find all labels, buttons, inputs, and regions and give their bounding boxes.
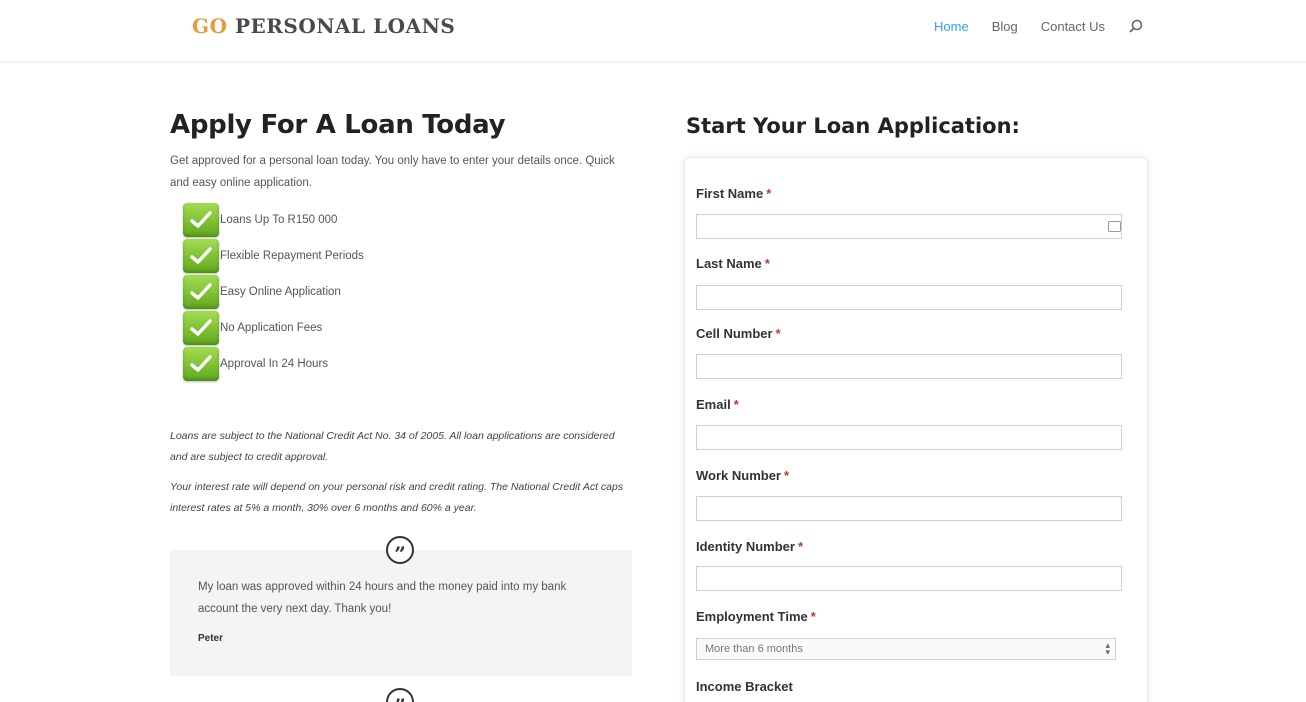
form-title: Start Your Loan Application: xyxy=(686,114,1020,138)
site-header: GO PERSONAL LOANS Home Blog Contact Us xyxy=(0,0,1306,62)
identity-number-label: Identity Number * xyxy=(696,539,803,554)
testimonial-author: Peter xyxy=(198,633,224,644)
nav-home[interactable]: Home xyxy=(934,19,969,34)
benefit-item: No Application Fees xyxy=(183,310,632,346)
work-number-label: Work Number * xyxy=(696,468,789,483)
check-icon xyxy=(183,275,219,309)
benefit-label: Loans Up To R150 000 xyxy=(220,214,338,226)
required-mark: * xyxy=(810,609,816,624)
benefit-label: Easy Online Application xyxy=(220,286,341,298)
benefit-item: Flexible Repayment Periods xyxy=(183,238,632,274)
check-icon xyxy=(183,203,219,237)
work-number-label-text: Work Number xyxy=(696,468,781,483)
required-mark: * xyxy=(764,256,770,271)
benefit-label: No Application Fees xyxy=(220,322,323,334)
identity-number-label-text: Identity Number xyxy=(696,539,795,554)
required-mark: * xyxy=(775,326,781,341)
employment-time-value: More than 6 months xyxy=(705,643,803,655)
email-label-text: Email xyxy=(696,397,731,412)
identity-number-field[interactable] xyxy=(696,566,1122,591)
first-name-label-text: First Name xyxy=(696,186,764,201)
benefit-item: Loans Up To R150 000 xyxy=(183,202,632,238)
site-logo[interactable]: GO PERSONAL LOANS xyxy=(192,14,455,38)
last-name-label-text: Last Name xyxy=(696,256,762,271)
last-name-field[interactable] xyxy=(696,285,1122,310)
nav-blog[interactable]: Blog xyxy=(992,19,1018,34)
benefits-list: Loans Up To R150 000 Flexible Repayment … xyxy=(183,202,632,382)
first-name-field[interactable] xyxy=(696,214,1122,239)
autofill-icon[interactable] xyxy=(1108,221,1121,232)
cell-number-label: Cell Number * xyxy=(696,326,781,341)
quote-icon: ” xyxy=(386,536,414,564)
loan-application-form: First Name * Last Name * Cell Number * Emai… xyxy=(684,157,1148,702)
required-mark: * xyxy=(797,539,804,554)
intro-text: Get approved for a personal loan today. … xyxy=(170,155,615,189)
interest-rate-disclaimer: Your interest rate will depend on your p… xyxy=(170,481,624,514)
testimonial-box: My loan was approved within 24 hours and… xyxy=(170,550,632,676)
email-field[interactable] xyxy=(696,425,1122,450)
select-arrows-icon: ▴ ▾ xyxy=(1105,640,1110,657)
nav-contact-us[interactable]: Contact Us xyxy=(1041,19,1105,34)
benefit-label: Flexible Repayment Periods xyxy=(220,250,364,262)
check-icon xyxy=(183,311,219,345)
credit-act-disclaimer: Loans are subject to the National Credit… xyxy=(170,430,615,463)
quote-icon: ” xyxy=(386,688,414,702)
search-icon[interactable] xyxy=(1128,19,1144,35)
cell-number-field[interactable] xyxy=(696,354,1122,379)
income-bracket-label-text: Income Bracket xyxy=(696,679,793,694)
work-number-field[interactable] xyxy=(696,496,1122,521)
required-mark: * xyxy=(784,468,790,483)
logo-text: PERSONAL LOANS xyxy=(227,14,456,38)
left-column: Apply For A Loan Today Get approved for … xyxy=(170,110,632,519)
employment-time-label-text: Employment Time xyxy=(696,609,808,624)
logo-go: GO xyxy=(192,14,228,38)
email-label: Email * xyxy=(696,397,739,412)
required-mark: * xyxy=(766,186,772,201)
income-bracket-label: Income Bracket xyxy=(696,679,793,694)
check-icon xyxy=(183,239,219,273)
first-name-label: First Name * xyxy=(696,186,771,201)
employment-time-select[interactable]: More than 6 months ▴ ▾ xyxy=(696,638,1116,660)
last-name-label: Last Name * xyxy=(696,256,770,271)
page-title: Apply For A Loan Today xyxy=(170,110,506,140)
required-mark: * xyxy=(733,397,739,412)
cell-number-label-text: Cell Number xyxy=(696,326,773,341)
employment-time-label: Employment Time * xyxy=(696,609,816,624)
benefit-item: Approval In 24 Hours xyxy=(183,346,632,382)
testimonial-quote: My loan was approved within 24 hours and… xyxy=(198,581,567,615)
benefit-item: Easy Online Application xyxy=(183,274,632,310)
benefit-label: Approval In 24 Hours xyxy=(220,358,329,370)
main-nav: Home Blog Contact Us xyxy=(934,18,1144,34)
check-icon xyxy=(183,347,219,381)
